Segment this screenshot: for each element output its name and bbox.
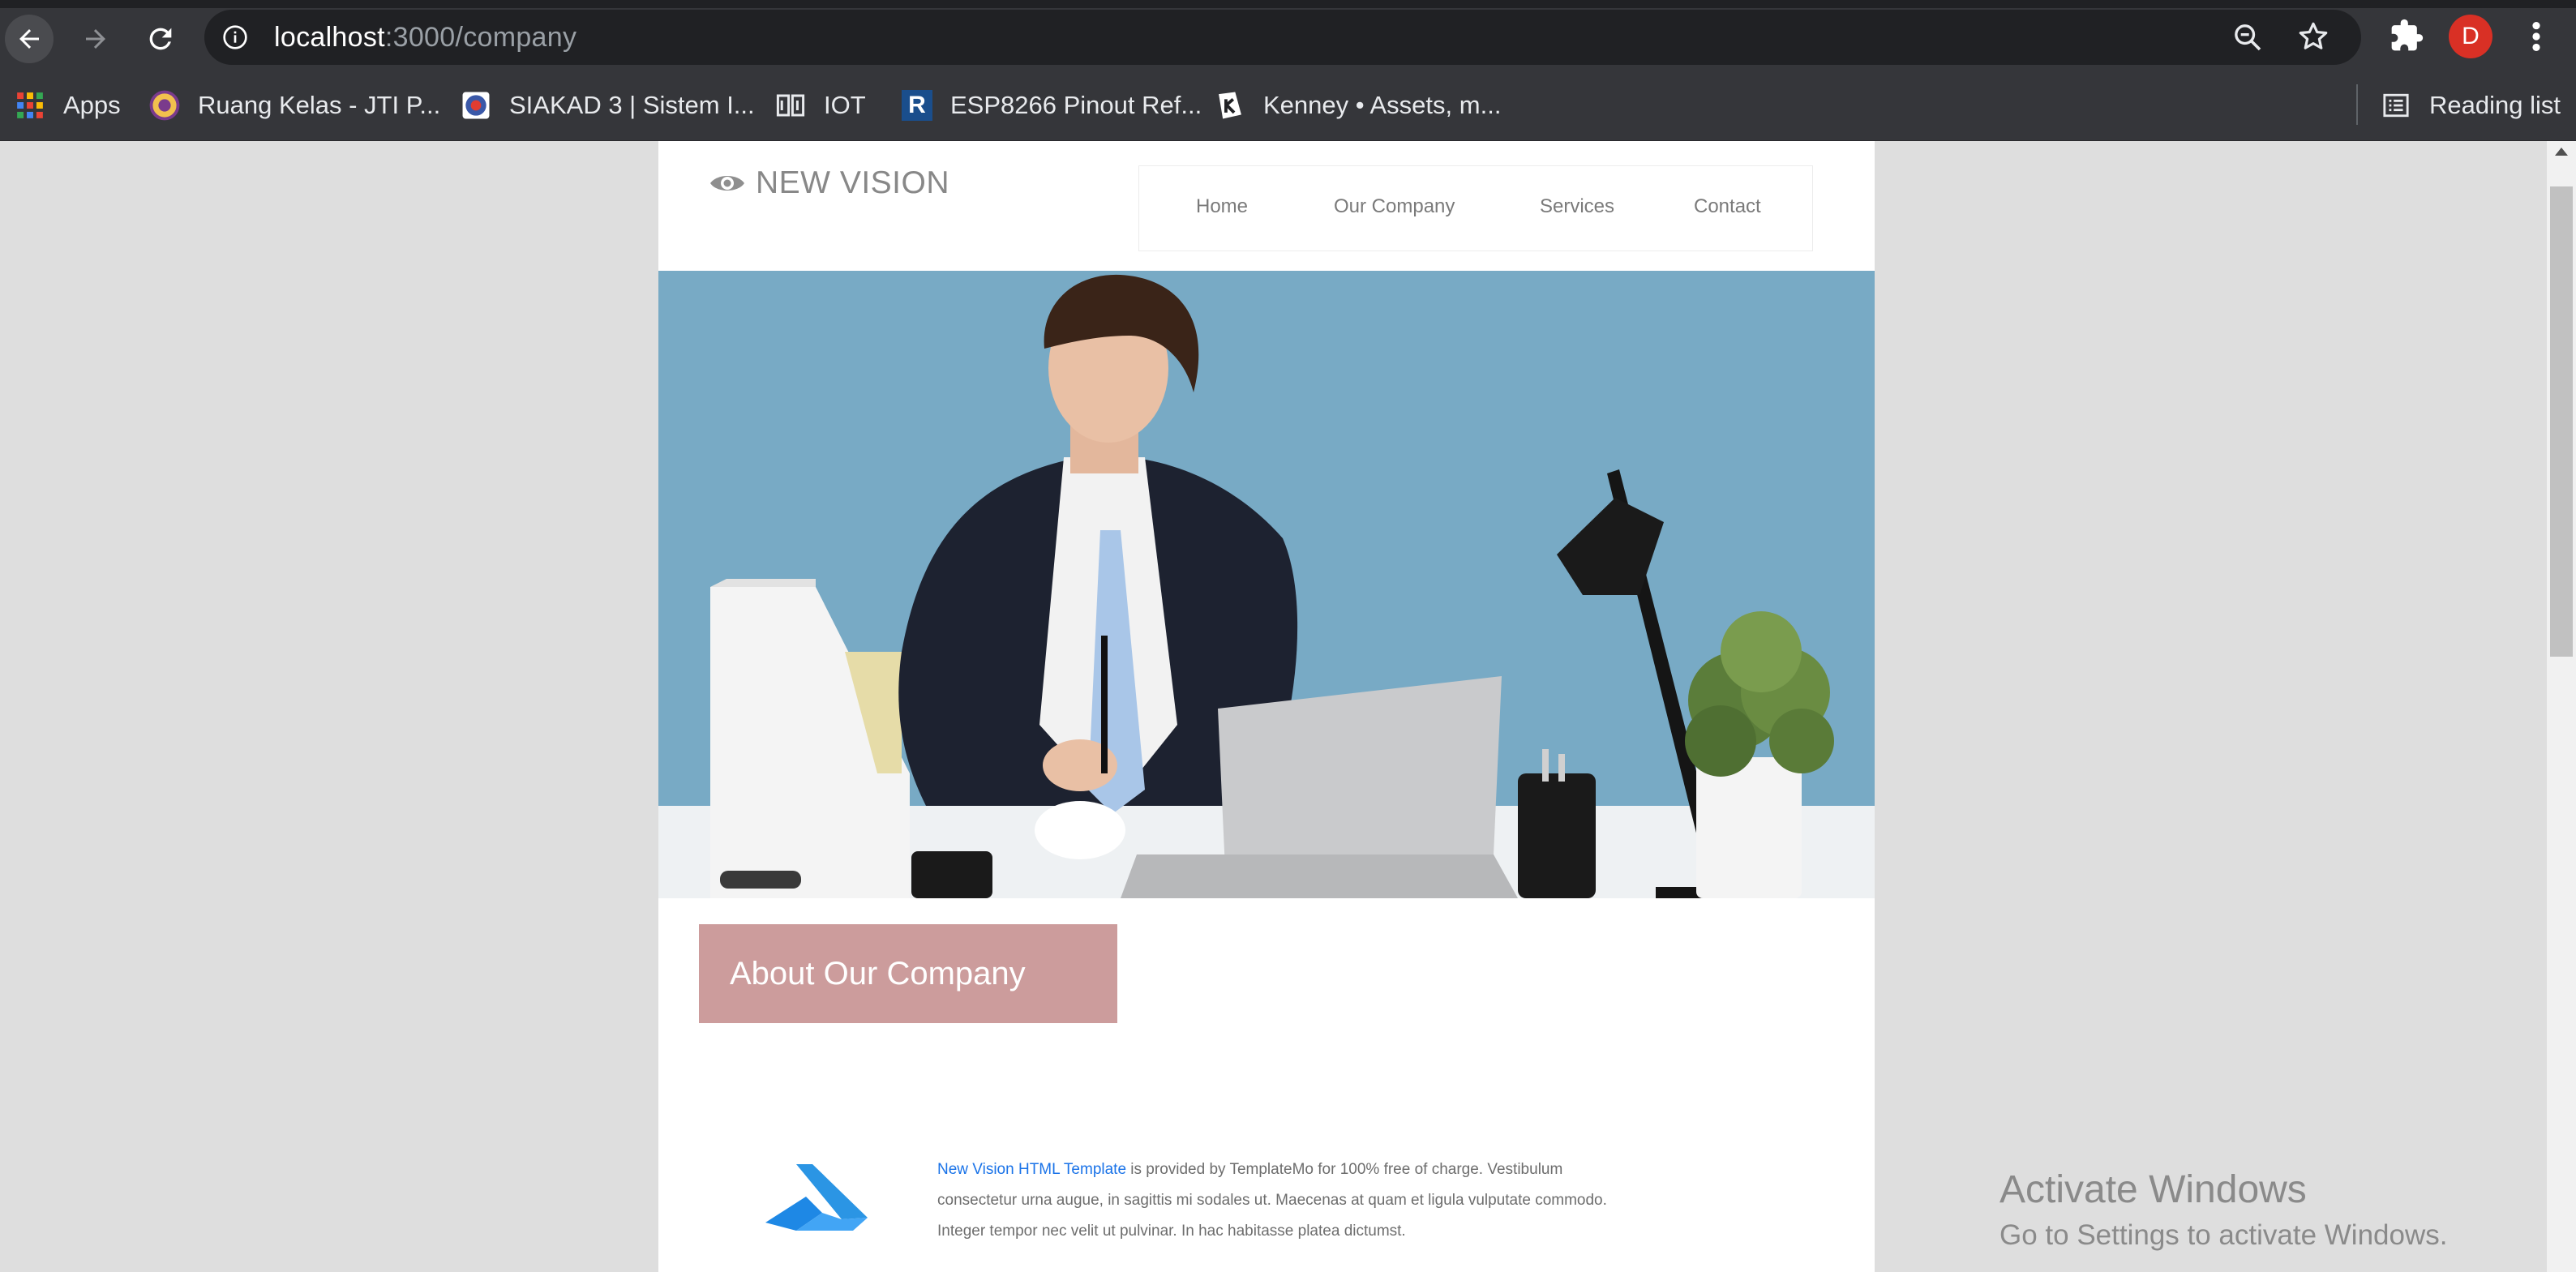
bookmark-apps[interactable]: Apps [15, 88, 121, 123]
bookmark-label: IOT [824, 91, 866, 119]
page-scrollbar[interactable] [2547, 141, 2576, 1272]
page-viewport: NEW VISION Home Our Company Services Con… [0, 141, 2576, 1272]
forward-button[interactable] [71, 15, 120, 63]
iot-icon [775, 90, 806, 121]
scrollbar-thumb[interactable] [2550, 186, 2573, 657]
reload-icon [149, 28, 172, 50]
feature-logo-icon [765, 1164, 868, 1231]
watermark-title: Activate Windows [2000, 1168, 2307, 1211]
hero-image [658, 271, 1875, 898]
bookmarks-separator [2356, 84, 2358, 125]
bookmark-kenney[interactable]: Kenney • Assets, m... [1215, 88, 1501, 123]
more-menu-icon[interactable] [2522, 18, 2551, 55]
tab-strip [0, 0, 2576, 8]
bookmark-iot[interactable]: IOT [775, 88, 866, 123]
siakad-crest-icon [461, 90, 491, 121]
reading-list-label: Reading list [2429, 91, 2561, 119]
scroll-up-icon[interactable] [2555, 148, 2568, 156]
site-logo[interactable]: NEW VISION [709, 165, 949, 201]
reload-button[interactable] [136, 15, 185, 63]
watermark-subtitle: Go to Settings to activate Windows. [2000, 1219, 2448, 1251]
r-logo-icon: R [902, 90, 932, 121]
bookmark-label: Apps [63, 91, 121, 119]
url-text[interactable]: localhost:3000/company [274, 21, 576, 54]
feature-line-1-rest: is provided by TemplateMo for 100% free … [1126, 1161, 1563, 1178]
zoom-icon[interactable] [2231, 21, 2264, 54]
browser-toolbar: localhost:3000/company D [0, 0, 2576, 71]
windows-activation-watermark: Activate Windows Go to Settings to activ… [2000, 1167, 2447, 1253]
nav-home[interactable]: Home [1196, 195, 1248, 218]
site-brand: NEW VISION [756, 165, 950, 200]
bookmark-esp8266[interactable]: R ESP8266 Pinout Ref... [902, 88, 1202, 123]
businessman-at-desk-photo [658, 271, 1875, 898]
url-host: localhost [274, 22, 385, 53]
back-button[interactable] [5, 15, 54, 63]
eye-icon [710, 176, 744, 191]
bookmark-ruang-kelas[interactable]: Ruang Kelas - JTI P... [149, 88, 440, 123]
url-path: :3000/company [384, 22, 577, 53]
extensions-puzzle-icon[interactable] [2389, 18, 2424, 54]
reading-list-button[interactable]: Reading list [2381, 88, 2561, 123]
bookmark-siakad[interactable]: SIAKAD 3 | Sistem I... [461, 88, 755, 123]
about-title: About Our Company [730, 955, 1026, 991]
profile-avatar[interactable]: D [2449, 15, 2492, 58]
kenney-logo-icon [1215, 90, 1245, 121]
arrow-left-icon [19, 29, 39, 49]
bookmark-label: ESP8266 Pinout Ref... [950, 91, 1202, 119]
site-info-icon[interactable] [222, 24, 248, 50]
bookmark-star-icon[interactable] [2296, 19, 2330, 54]
bookmarks-bar: Apps Ruang Kelas - JTI P... SIAKAD 3 | S… [0, 71, 2576, 141]
nav-contact[interactable]: Contact [1694, 195, 1761, 218]
feature-line-1: New Vision HTML Template is provided by … [937, 1154, 1651, 1185]
about-company-banner: About Our Company [699, 924, 1117, 1023]
nav-our-company[interactable]: Our Company [1334, 195, 1455, 218]
site-page: NEW VISION Home Our Company Services Con… [658, 141, 1875, 1272]
bookmark-label: Ruang Kelas - JTI P... [198, 91, 441, 119]
site-nav: Home Our Company Services Contact [1138, 165, 1813, 251]
feature-description: New Vision HTML Template is provided by … [937, 1154, 1651, 1247]
bookmark-label: Kenney • Assets, m... [1263, 91, 1502, 119]
reading-list-icon [2381, 90, 2411, 121]
apps-grid-icon [15, 90, 45, 121]
nav-services[interactable]: Services [1540, 195, 1614, 218]
feature-line-3: Integer tempor nec velit ut pulvinar. In… [937, 1223, 1406, 1240]
bookmark-label: SIAKAD 3 | Sistem I... [509, 91, 755, 119]
template-link[interactable]: New Vision HTML Template [937, 1161, 1126, 1178]
address-bar[interactable]: localhost:3000/company [204, 10, 2361, 65]
arrow-right-icon [86, 29, 105, 49]
feature-line-2: consectetur urna augue, in sagittis mi s… [937, 1192, 1607, 1209]
campus-crest-icon [149, 90, 180, 121]
